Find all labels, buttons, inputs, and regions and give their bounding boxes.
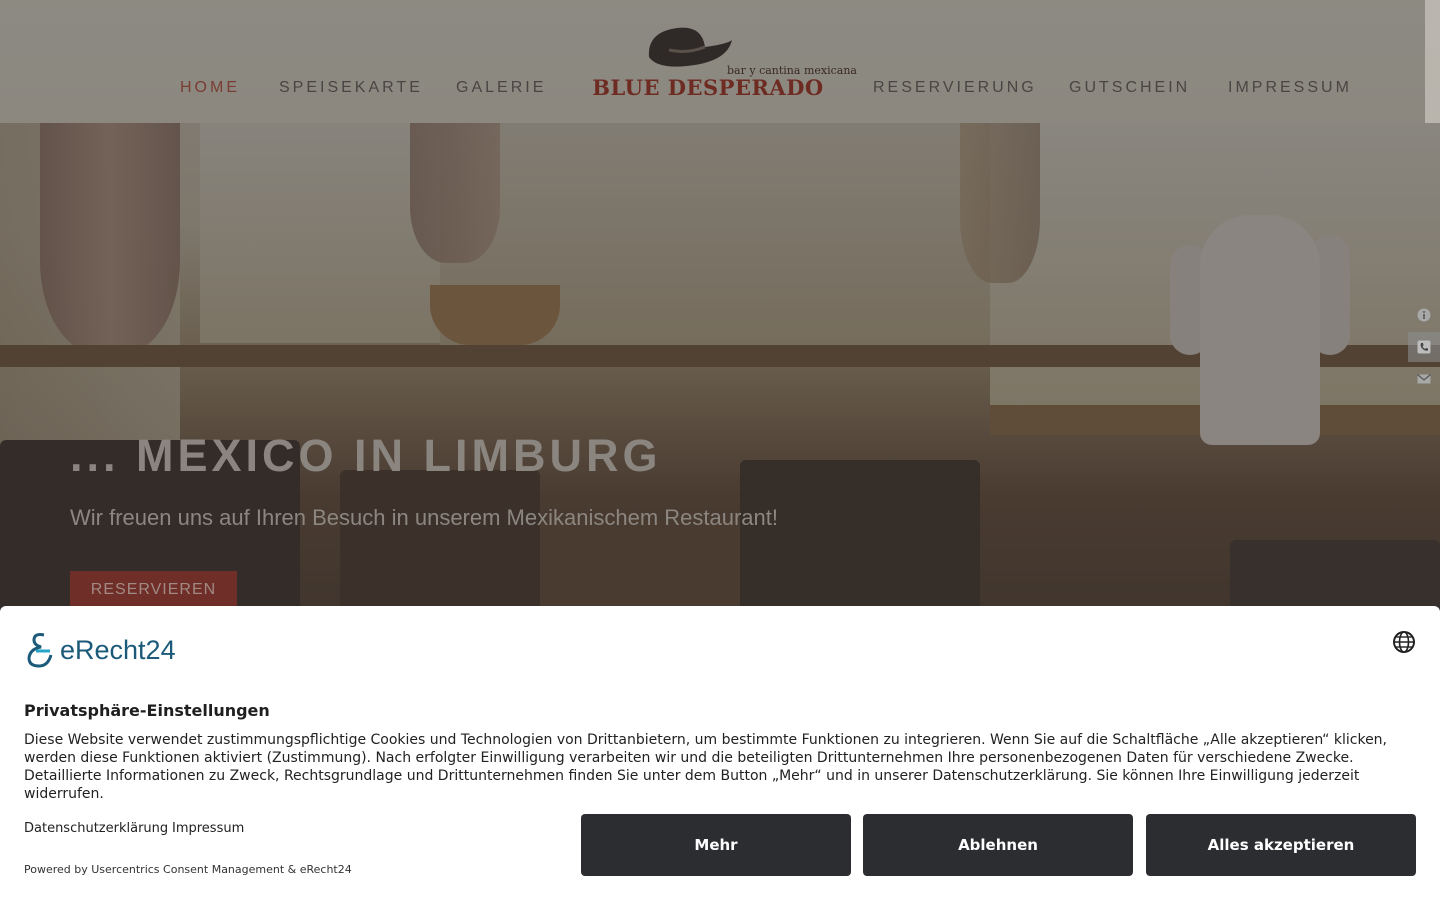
powered-by-text: Powered by Usercentrics Consent Manageme…	[24, 863, 352, 876]
logo-title: BLUE DESPERADO	[592, 75, 824, 100]
reserve-button[interactable]: RESERVIEREN	[70, 571, 237, 609]
language-button[interactable]	[1392, 630, 1416, 654]
nav-item-gutschein[interactable]: GUTSCHEIN	[1069, 79, 1190, 97]
main-navigation: HOME SPEISEKARTE GALERIE bar y cantina m…	[0, 0, 1425, 123]
erecht24-logo: eRecht24	[24, 630, 189, 670]
side-mail-button[interactable]	[1408, 364, 1440, 394]
site-logo[interactable]: bar y cantina mexicana BLUE DESPERADO	[577, 22, 857, 102]
nav-item-reservierung[interactable]: RESERVIERUNG	[873, 79, 1037, 97]
more-button[interactable]: Mehr	[581, 814, 851, 876]
phone-icon	[1417, 340, 1431, 354]
side-info-button[interactable]	[1408, 300, 1440, 330]
cookie-consent-banner: eRecht24 Privatsphäre-Einstellungen Dies…	[0, 606, 1440, 900]
nav-item-home[interactable]: HOME	[180, 79, 240, 97]
erecht24-mark-icon	[27, 633, 53, 668]
decline-button[interactable]: Ablehnen	[863, 814, 1133, 876]
side-phone-button[interactable]	[1408, 332, 1440, 362]
accept-all-button[interactable]: Alles akzeptieren	[1146, 814, 1416, 876]
nav-item-speisekarte[interactable]: SPEISEKARTE	[279, 79, 423, 97]
hero-subtitle: Wir freuen uns auf Ihren Besuch in unser…	[70, 505, 778, 530]
nav-item-galerie[interactable]: GALERIE	[456, 79, 546, 97]
scrollbar[interactable]	[1425, 0, 1440, 123]
info-icon	[1417, 308, 1431, 322]
hero-title: ... MEXICO IN LIMBURG	[70, 430, 662, 481]
consent-description: Diese Website verwendet zustimmungspflic…	[24, 732, 1388, 802]
nav-item-impressum[interactable]: IMPRESSUM	[1228, 79, 1352, 97]
imprint-link[interactable]: Impressum	[172, 821, 244, 836]
consent-title: Privatsphäre-Einstellungen	[24, 701, 270, 720]
brand-name: eRecht24	[60, 634, 176, 665]
mail-icon	[1417, 374, 1431, 384]
privacy-policy-link[interactable]: Datenschutzerklärung	[24, 821, 168, 836]
globe-icon	[1393, 631, 1415, 653]
